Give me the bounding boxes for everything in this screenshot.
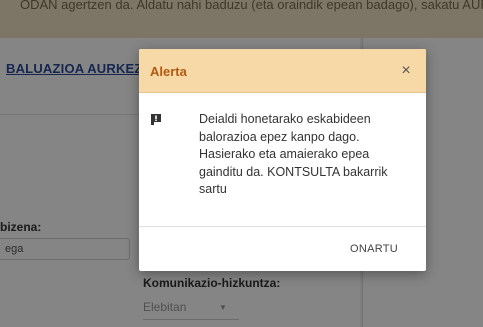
dialog-title: Alerta xyxy=(150,64,187,79)
ok-button[interactable]: ONARTU xyxy=(344,239,404,259)
flag-icon xyxy=(151,114,161,125)
close-icon[interactable]: × xyxy=(396,61,416,81)
dialog-header: Alerta × xyxy=(139,49,426,93)
alert-dialog: Alerta × Deialdi honetarako eskabideen b… xyxy=(139,49,426,271)
dialog-message: Deialdi honetarako eskabideen balorazioa… xyxy=(199,112,388,196)
dialog-body: Deialdi honetarako eskabideen balorazioa… xyxy=(139,93,426,225)
dialog-footer: ONARTU xyxy=(139,226,426,271)
